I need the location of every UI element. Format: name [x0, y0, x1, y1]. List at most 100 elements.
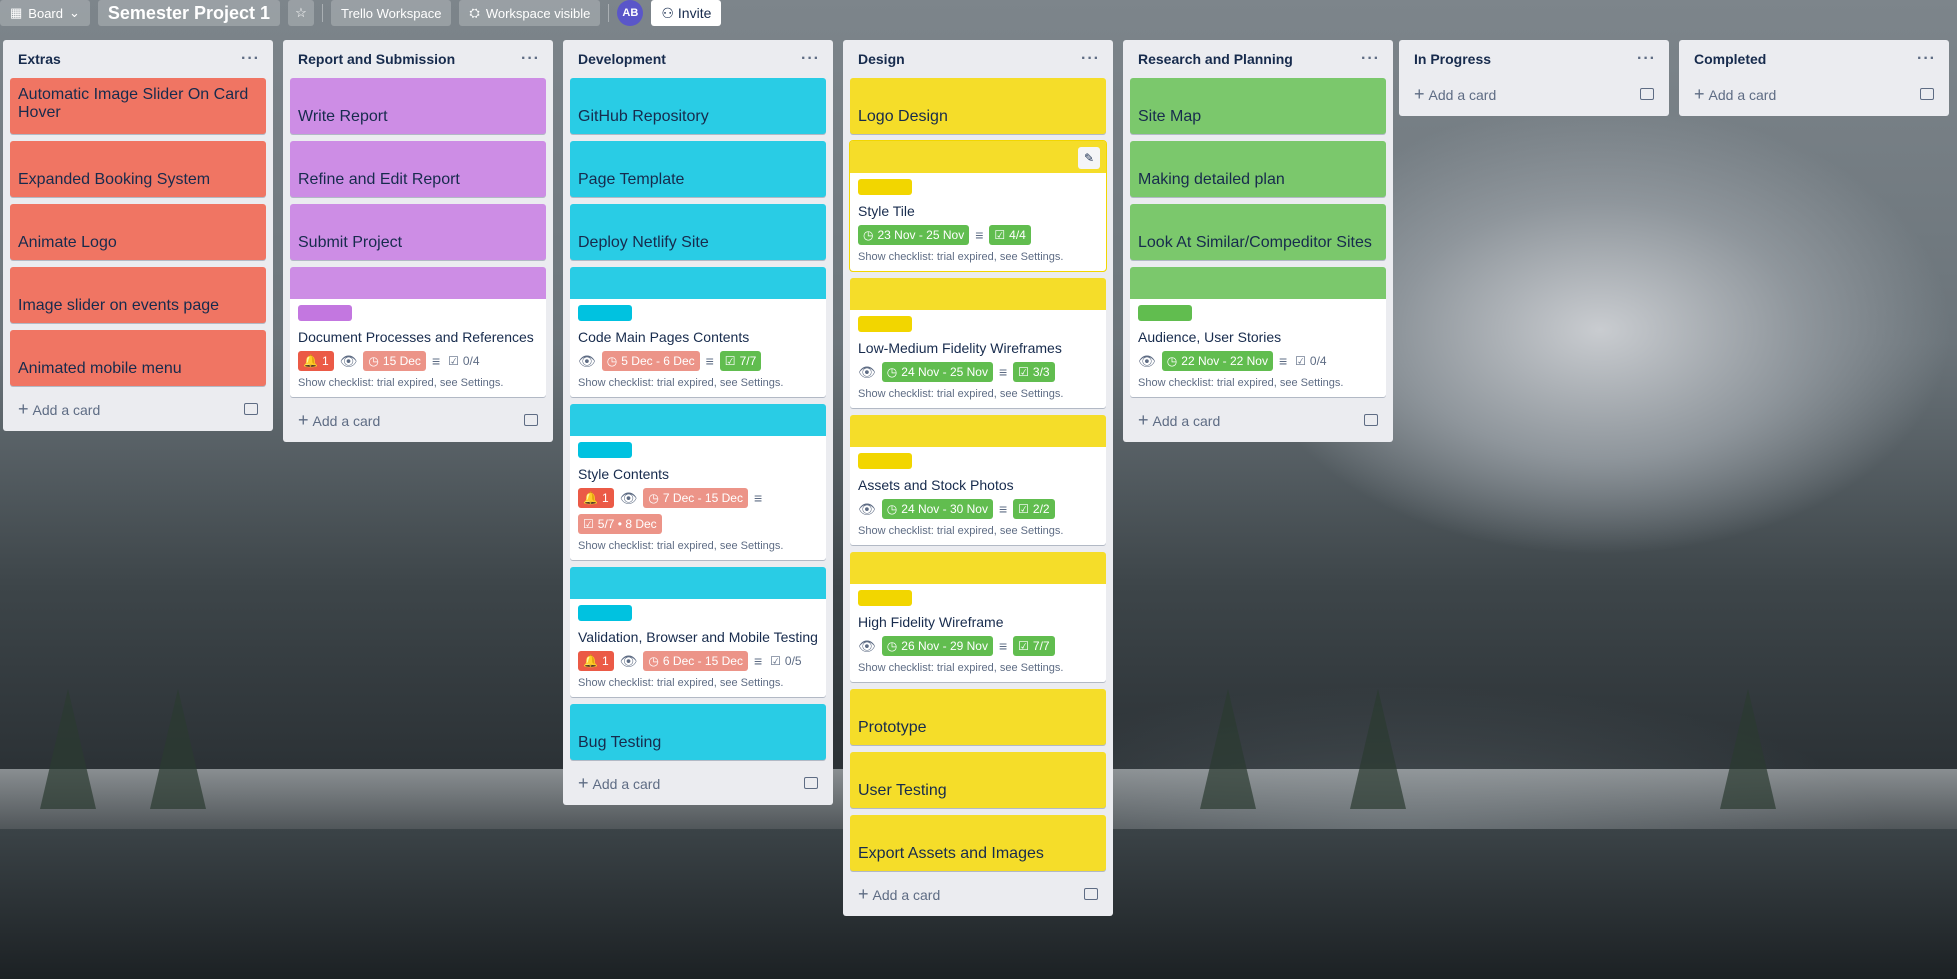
card[interactable]: Animated mobile menu [10, 330, 266, 386]
more-icon[interactable]: ··· [1081, 50, 1100, 68]
clock-icon: ◷ [863, 228, 874, 242]
due-date-badge[interactable]: ◷ 22 Nov - 22 Nov [1161, 351, 1273, 371]
card[interactable]: Deploy Netlify Site [570, 204, 826, 260]
card-cover [570, 567, 826, 599]
workspace-button[interactable]: Trello Workspace [331, 0, 452, 26]
add-card-button[interactable]: + Add a card [570, 767, 826, 799]
card[interactable]: ✎ Style Tile ◷ 23 Nov - 25 Nov ≡ ☑ 4/4 Sho… [849, 140, 1107, 272]
card[interactable]: High Fidelity Wireframe 👁 ◷ 26 Nov - 29 N… [850, 552, 1106, 682]
card[interactable]: Refine and Edit Report [290, 141, 546, 197]
card[interactable]: Audience, User Stories 👁 ◷ 22 Nov - 22 No… [1130, 267, 1386, 397]
add-card-button[interactable]: + Add a card [290, 404, 546, 436]
due-date-badge[interactable]: ◷ 24 Nov - 30 Nov [881, 499, 993, 519]
card[interactable]: Assets and Stock Photos 👁 ◷ 24 Nov - 30 N… [850, 415, 1106, 545]
pencil-icon[interactable]: ✎ [1078, 147, 1100, 169]
card[interactable]: Export Assets and Images [850, 815, 1106, 871]
due-date: 7 Dec - 15 Dec [662, 491, 743, 505]
add-card-button[interactable]: + Add a card [850, 878, 1106, 910]
list-title[interactable]: Report and Submission [298, 51, 455, 67]
card-title: Expanded Booking System [18, 171, 211, 188]
checklist-note: Show checklist: trial expired, see Setti… [1138, 377, 1344, 389]
card-title: Audience, User Stories [1138, 329, 1282, 345]
avatar[interactable]: AB [617, 0, 644, 26]
template-icon[interactable] [1364, 414, 1378, 426]
list-research-and-planning: Research and Planning ··· Site Map Makin… [1123, 40, 1393, 442]
card[interactable]: Write Report [290, 78, 546, 134]
list-title[interactable]: Research and Planning [1138, 51, 1293, 67]
more-icon[interactable]: ··· [241, 50, 260, 68]
card[interactable]: Page Template [570, 141, 826, 197]
card[interactable]: Image slider on events page [10, 267, 266, 323]
board-view-label: Board [28, 5, 63, 21]
list-title[interactable]: Development [578, 51, 666, 67]
more-icon[interactable]: ··· [1361, 50, 1380, 68]
checklist-icon: ☑ [1018, 639, 1029, 653]
board-view-switcher[interactable]: ▦ Board ⌄ [0, 0, 90, 26]
card[interactable]: Animate Logo [10, 204, 266, 260]
due-date: 22 Nov - 22 Nov [1181, 354, 1268, 368]
list-title[interactable]: Completed [1694, 51, 1766, 67]
list-design: Design ··· Logo Design ✎ Style Tile ◷ 23 … [843, 40, 1113, 916]
checklist-note: Show checklist: trial expired, see Setti… [578, 377, 784, 389]
board-title[interactable]: Semester Project 1 [97, 0, 280, 26]
card[interactable]: Automatic Image Slider On Card Hover [10, 78, 266, 134]
list-title[interactable]: Extras [18, 51, 61, 67]
add-card-button[interactable]: + Add a card [10, 393, 266, 425]
card[interactable]: GitHub Repository [570, 78, 826, 134]
card[interactable]: Site Map [1130, 78, 1386, 134]
card[interactable]: Prototype [850, 689, 1106, 745]
invite-button[interactable]: ⚇ Invite [651, 0, 722, 26]
template-icon[interactable] [524, 414, 538, 426]
card-title: Page Template [578, 171, 685, 188]
card-label [858, 179, 912, 195]
card-cover [1130, 267, 1386, 299]
template-icon[interactable] [244, 403, 258, 415]
add-card-button[interactable]: + Add a card [1686, 78, 1942, 110]
more-icon[interactable]: ··· [521, 50, 540, 68]
add-card-button[interactable]: + Add a card [1130, 404, 1386, 436]
card[interactable]: Look At Similar/Compeditor Sites [1130, 204, 1386, 260]
due-date-badge[interactable]: ◷ 6 Dec - 15 Dec [643, 651, 748, 671]
template-icon[interactable] [1920, 88, 1934, 100]
tree [150, 689, 206, 809]
add-card-label: Add a card [1152, 412, 1221, 429]
eye-icon: 👁 [578, 352, 596, 369]
description-icon: ≡ [975, 227, 984, 243]
list-extras: Extras ··· Automatic Image Slider On Car… [3, 40, 273, 431]
template-icon[interactable] [804, 777, 818, 789]
plus-icon: + [1414, 83, 1425, 104]
add-card-button[interactable]: + Add a card [1406, 78, 1662, 110]
card[interactable]: Code Main Pages Contents 👁 ◷ 5 Dec - 6 De… [570, 267, 826, 397]
more-icon[interactable]: ··· [1637, 50, 1656, 68]
star-icon[interactable]: ☆ [288, 0, 314, 26]
card[interactable]: Low-Medium Fidelity Wireframes 👁 ◷ 24 Nov… [850, 278, 1106, 408]
due-date-badge[interactable]: ◷ 15 Dec [363, 351, 426, 371]
more-icon[interactable]: ··· [1917, 50, 1936, 68]
template-icon[interactable] [1640, 88, 1654, 100]
checklist-icon: ☑ [1018, 502, 1029, 516]
visibility-button[interactable]: ⛭ Workspace visible [459, 0, 601, 26]
template-icon[interactable] [1084, 888, 1098, 900]
card[interactable]: Expanded Booking System [10, 141, 266, 197]
more-icon[interactable]: ··· [801, 50, 820, 68]
list-title[interactable]: Design [858, 51, 905, 67]
card[interactable]: Submit Project [290, 204, 546, 260]
due-date-badge[interactable]: ◷ 23 Nov - 25 Nov [858, 225, 970, 245]
list-title[interactable]: In Progress [1414, 51, 1491, 67]
card[interactable]: Validation, Browser and Mobile Testing 🔔… [570, 567, 826, 697]
card[interactable]: Making detailed plan [1130, 141, 1386, 197]
due-date-badge[interactable]: ◷ 26 Nov - 29 Nov [881, 636, 993, 656]
card[interactable]: Logo Design [850, 78, 1106, 134]
list-header: Design ··· [850, 40, 1106, 78]
due-date-badge[interactable]: ◷ 7 Dec - 15 Dec [643, 488, 748, 508]
card[interactable]: Bug Testing [570, 704, 826, 760]
due-date-badge[interactable]: ◷ 24 Nov - 25 Nov [881, 362, 993, 382]
card[interactable]: Document Processes and References 🔔 1 👁 ◷… [290, 267, 546, 397]
list-report-and-submission: Report and Submission ··· Write Report R… [283, 40, 553, 442]
card[interactable]: Style Contents 🔔 1 👁 ◷ 7 Dec - 15 Dec ≡ ☑ 5… [570, 404, 826, 560]
tree [40, 689, 96, 809]
card[interactable]: User Testing [850, 752, 1106, 808]
add-card-label: Add a card [1708, 86, 1777, 103]
chevron-down-icon: ⌄ [69, 5, 80, 20]
due-date-badge[interactable]: ◷ 5 Dec - 6 Dec [601, 351, 700, 371]
